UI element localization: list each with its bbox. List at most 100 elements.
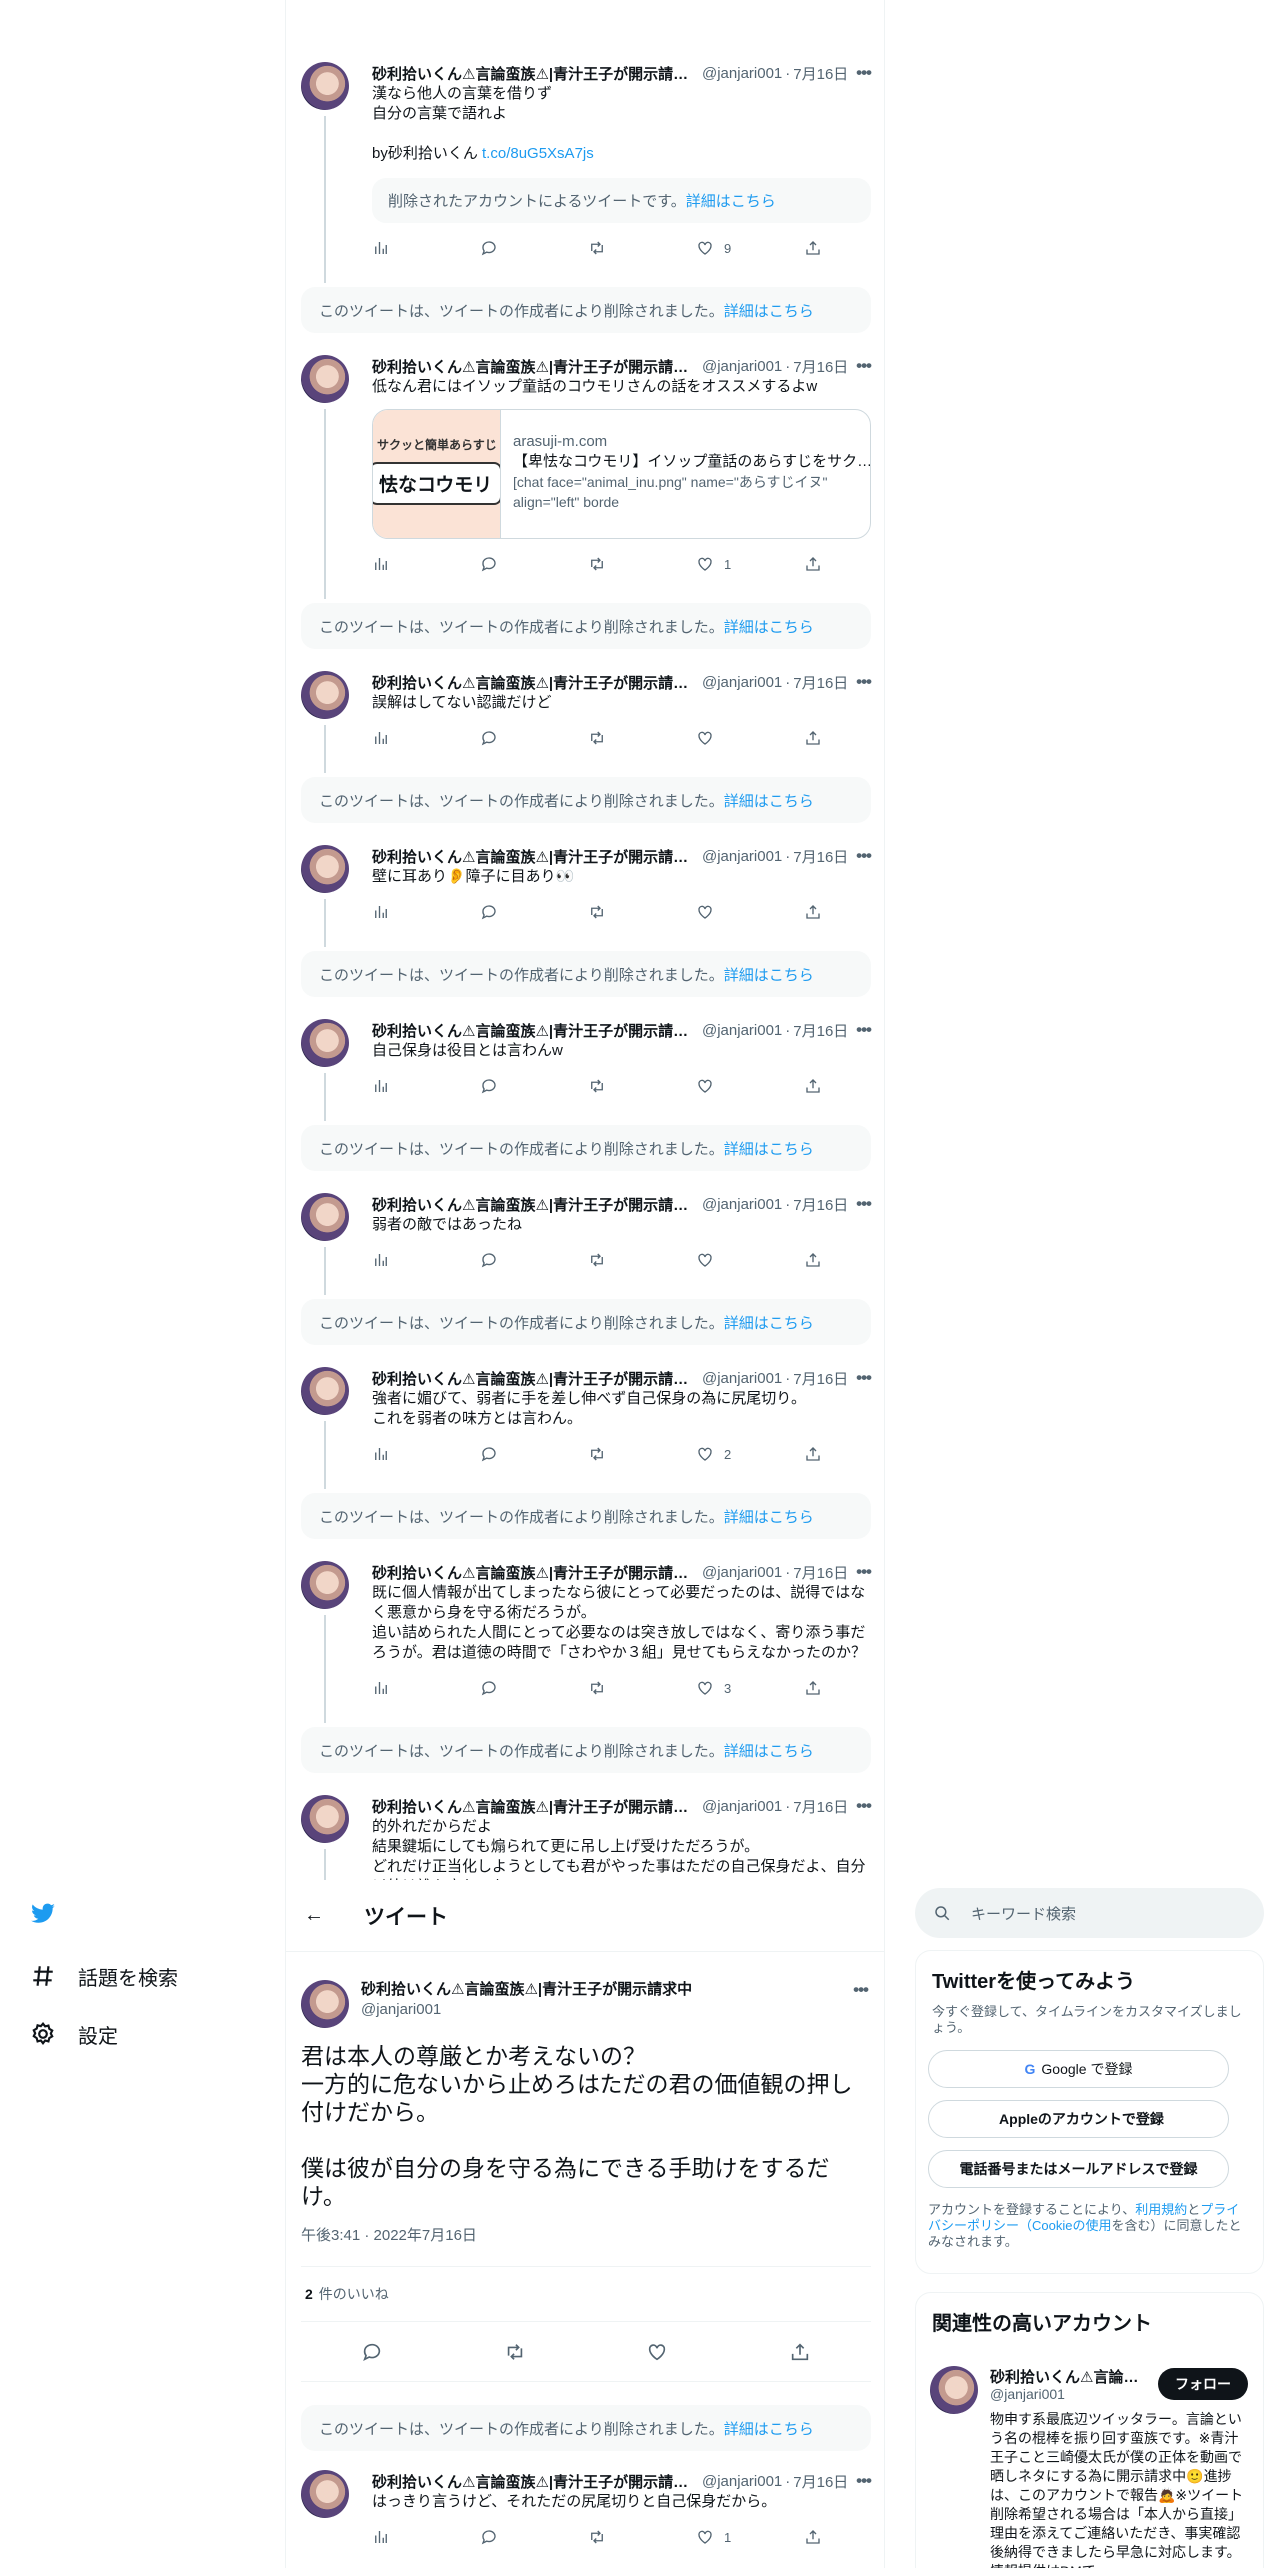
- stats-action[interactable]: [372, 903, 480, 921]
- stats-action[interactable]: [372, 1445, 480, 1463]
- like-action[interactable]: [696, 729, 804, 747]
- stats-action[interactable]: [372, 1251, 480, 1269]
- more-icon[interactable]: •••: [856, 1368, 872, 1388]
- author-handle[interactable]: @janjari001: [702, 1370, 782, 1387]
- tweet-date[interactable]: 7月16日: [793, 672, 848, 693]
- author-name[interactable]: 砂利拾いくん⚠言論蛮族⚠|青汁王子が開示請求中: [372, 1562, 692, 1583]
- stats-action[interactable]: [372, 1679, 480, 1697]
- tweet-date[interactable]: 7月16日: [793, 1562, 848, 1583]
- cookie-link[interactable]: （Cookieの使用: [1019, 2218, 1111, 2233]
- retweet-action[interactable]: [588, 1251, 696, 1269]
- tweet-date[interactable]: 7月16日: [793, 1194, 848, 1215]
- share-action[interactable]: [804, 1251, 832, 1269]
- tweet-date[interactable]: 7月16日: [793, 63, 848, 84]
- tweet[interactable]: 砂利拾いくん⚠言論蛮族⚠|青汁王子が開示請求中 @janjari001 · 7月16日…: [286, 44, 884, 283]
- reply-action[interactable]: [480, 1679, 588, 1697]
- avatar[interactable]: [301, 1193, 349, 1241]
- share-action[interactable]: [804, 729, 832, 747]
- author-handle[interactable]: @janjari001: [702, 848, 782, 865]
- tweet[interactable]: 砂利拾いくん⚠言論蛮族⚠|青汁王子が開示請求中 @janjari001 · 7月16日…: [286, 827, 884, 947]
- more-icon[interactable]: •••: [856, 1194, 872, 1214]
- avatar[interactable]: [301, 1980, 349, 2028]
- retweet-action[interactable]: [588, 239, 696, 257]
- like-action[interactable]: [696, 1077, 804, 1095]
- reply-action[interactable]: [480, 2528, 588, 2546]
- retweet-action[interactable]: [588, 1679, 696, 1697]
- reply-action[interactable]: [480, 1077, 588, 1095]
- apple-signup-button[interactable]: Appleのアカウントで登録: [928, 2100, 1229, 2138]
- share-action[interactable]: [804, 1077, 832, 1095]
- author-handle[interactable]: @janjari001: [702, 674, 782, 691]
- like-action[interactable]: 9: [696, 239, 804, 257]
- like-action[interactable]: 2: [696, 1445, 804, 1463]
- like-action[interactable]: 3: [696, 1679, 804, 1697]
- more-icon[interactable]: •••: [853, 1980, 869, 2000]
- learn-more-link[interactable]: 詳細はこちら: [724, 790, 814, 811]
- more-icon[interactable]: •••: [856, 63, 872, 83]
- more-icon[interactable]: •••: [856, 2471, 872, 2491]
- avatar[interactable]: [301, 1019, 349, 1067]
- reply-action[interactable]: [480, 555, 588, 573]
- author-handle[interactable]: @janjari001: [702, 1196, 782, 1213]
- learn-more-link[interactable]: 詳細はこちら: [724, 1138, 814, 1159]
- reply-action[interactable]: [480, 1445, 588, 1463]
- more-icon[interactable]: •••: [856, 846, 872, 866]
- google-signup-button[interactable]: G Google で登録: [928, 2050, 1229, 2088]
- more-icon[interactable]: •••: [856, 356, 872, 376]
- share-action[interactable]: [804, 1445, 832, 1463]
- avatar[interactable]: [301, 62, 349, 110]
- learn-more-link[interactable]: 詳細はこちら: [724, 1740, 814, 1761]
- like-action[interactable]: [696, 1251, 804, 1269]
- stats-action[interactable]: [372, 555, 480, 573]
- share-icon[interactable]: [789, 2341, 811, 2363]
- reply-icon[interactable]: [361, 2341, 383, 2363]
- avatar[interactable]: [301, 355, 349, 403]
- nav-explore[interactable]: 話題を検索: [30, 1947, 178, 2005]
- tweet[interactable]: 砂利拾いくん⚠言論蛮族⚠|青汁王子が開示請求中 @janjari001 · 7月16日…: [286, 1543, 884, 1723]
- tweet-date[interactable]: 7月16日: [793, 356, 848, 377]
- author-handle[interactable]: @janjari001: [702, 1022, 782, 1039]
- author-name[interactable]: 砂利拾いくん⚠言論蛮族⚠|青汁王子が開示請求中: [372, 846, 692, 867]
- like-action[interactable]: [696, 903, 804, 921]
- reply-action[interactable]: [480, 903, 588, 921]
- stats-action[interactable]: [372, 239, 480, 257]
- reply-action[interactable]: [480, 729, 588, 747]
- retweet-action[interactable]: [588, 729, 696, 747]
- like-action[interactable]: 1: [696, 555, 804, 573]
- learn-more-link[interactable]: 詳細はこちら: [724, 2418, 814, 2439]
- avatar[interactable]: [301, 1795, 349, 1843]
- learn-more-link[interactable]: 詳細はこちら: [724, 300, 814, 321]
- share-action[interactable]: [804, 239, 832, 257]
- author-name[interactable]: 砂利拾いくん⚠言論蛮族⚠|青汁王子が開示請求中: [361, 1980, 692, 2000]
- author-name[interactable]: 砂利拾いくん⚠言論蛮族⚠|青汁王子が開示請求中: [372, 356, 692, 377]
- learn-more-link[interactable]: 詳細はこちら: [724, 616, 814, 637]
- author-name[interactable]: 砂利拾いくん⚠言論蛮族⚠|青汁王子が開示請求中: [372, 1796, 692, 1817]
- more-icon[interactable]: •••: [856, 1796, 872, 1816]
- twitter-logo-icon[interactable]: [30, 1893, 178, 1933]
- more-icon[interactable]: •••: [856, 672, 872, 692]
- author-handle[interactable]: @janjari001: [361, 2000, 692, 2020]
- tweet[interactable]: 砂利拾いくん⚠言論蛮族⚠|青汁王子が開示請求中 @janjari001 · 7月16日…: [286, 2452, 884, 2566]
- avatar[interactable]: [301, 1367, 349, 1415]
- learn-more-link[interactable]: 詳細はこちら: [724, 1506, 814, 1527]
- stats-action[interactable]: [372, 2528, 480, 2546]
- stats-action[interactable]: [372, 729, 480, 747]
- author-handle[interactable]: @janjari001: [702, 65, 782, 82]
- reply-action[interactable]: [480, 239, 588, 257]
- tweet[interactable]: 砂利拾いくん⚠言論蛮族⚠|青汁王子が開示請求中 @janjari001 · 7月16日…: [286, 337, 884, 599]
- tweet[interactable]: 砂利拾いくん⚠言論蛮族⚠|青汁王子が開示請求中 @janjari001 · 7月16日…: [286, 1349, 884, 1489]
- reply-tweet[interactable]: 砂利拾いくん⚠言論蛮族⚠|青汁王子が開示請求中 @janjari001 · 7月16日…: [286, 2452, 884, 2566]
- retweet-action[interactable]: [588, 2528, 696, 2546]
- tweet-link[interactable]: t.co/8uG5XsA7js: [482, 145, 594, 162]
- learn-more-link[interactable]: 詳細はこちら: [724, 964, 814, 985]
- author-name[interactable]: 砂利拾いくん⚠言論蛮族⚠|青汁王子が開示請求中: [372, 1020, 692, 1041]
- learn-more-link[interactable]: 詳細はこちら: [724, 1312, 814, 1333]
- tweet-date[interactable]: 7月16日: [793, 1020, 848, 1041]
- phone-email-signup-button[interactable]: 電話番号またはメールアドレスで登録: [928, 2150, 1229, 2188]
- author-handle[interactable]: @janjari001: [702, 2473, 782, 2490]
- follow-button[interactable]: フォロー: [1158, 2368, 1248, 2400]
- terms-link[interactable]: 利用規約: [1135, 2202, 1187, 2217]
- retweet-action[interactable]: [588, 1445, 696, 1463]
- retweet-action[interactable]: [588, 555, 696, 573]
- retweet-icon[interactable]: [504, 2341, 526, 2363]
